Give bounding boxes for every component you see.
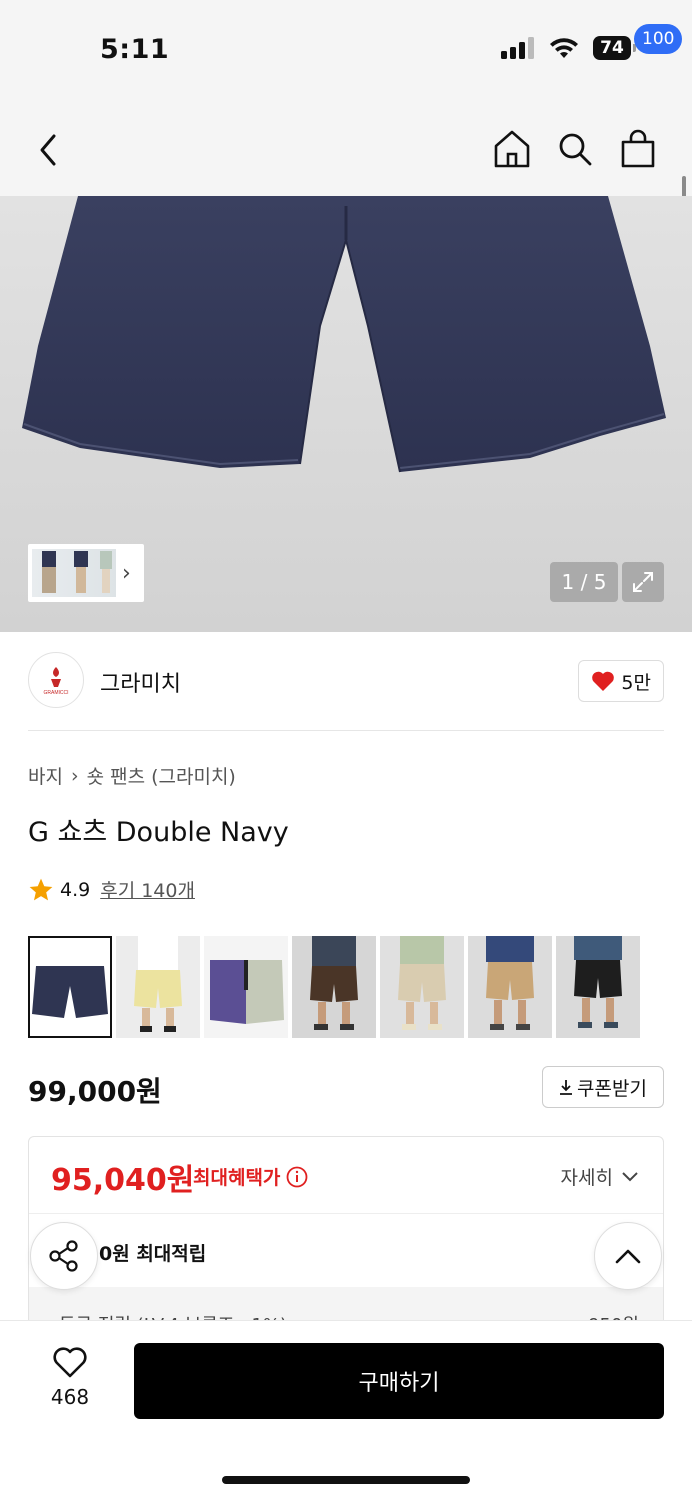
- expand-icon: [633, 572, 653, 592]
- color-option-beige[interactable]: [380, 936, 464, 1038]
- expand-button[interactable]: [622, 562, 664, 602]
- coupon-button[interactable]: 쿠폰받기: [542, 1066, 664, 1108]
- color-options: [28, 936, 640, 1038]
- rating-row: 4.9 후기 140개: [28, 876, 195, 903]
- scroll-to-top-button[interactable]: [594, 1222, 662, 1290]
- divider: [28, 730, 664, 731]
- gallery-thumbnail-strip[interactable]: ›: [28, 544, 144, 602]
- status-icons: 74: [501, 36, 636, 60]
- bottom-action-bar: 468 구매하기: [0, 1320, 692, 1500]
- svg-text:GRAMICCI: GRAMICCI: [44, 690, 69, 696]
- buy-button[interactable]: 구매하기: [134, 1343, 664, 1419]
- wishlist-count: 468: [50, 1385, 90, 1409]
- benefit-detail-toggle[interactable]: 자세히: [561, 1163, 639, 1190]
- brand-logo[interactable]: GRAMICCI: [28, 652, 84, 708]
- color-option-tan[interactable]: [468, 936, 552, 1038]
- status-time: 5:11: [100, 34, 170, 65]
- home-indicator: [222, 1476, 470, 1484]
- wifi-icon: [550, 38, 578, 58]
- color-option-black[interactable]: [556, 936, 640, 1038]
- divider: [29, 1213, 663, 1214]
- chevron-right-icon[interactable]: ›: [122, 561, 131, 586]
- gallery-thumbnail-image: [32, 549, 116, 597]
- back-arrow-icon[interactable]: [34, 130, 66, 170]
- home-icon[interactable]: [492, 128, 532, 170]
- star-icon: [29, 878, 53, 900]
- max-points: 0원 최대적립: [99, 1243, 207, 1265]
- brand-like-count: 5만: [621, 671, 651, 694]
- battery-icon: 74: [593, 36, 636, 60]
- cart-count-badge: 100: [634, 24, 683, 54]
- color-option-purple-grey[interactable]: [204, 936, 288, 1038]
- product-image-gallery[interactable]: › 1 / 5: [0, 196, 692, 632]
- breadcrumb: 바지 › 숏 팬츠 (그라미치): [28, 762, 236, 789]
- info-icon[interactable]: [286, 1166, 308, 1188]
- heart-filled-icon: [592, 671, 615, 691]
- chevron-down-icon: [622, 1171, 638, 1181]
- max-benefit-box: 95,040원 최대혜택가 자세히 0원 최대적립 등급 적립 (LV.4 브론…: [28, 1136, 664, 1326]
- review-count-link[interactable]: 후기 140개: [100, 876, 195, 903]
- share-button[interactable]: [30, 1222, 98, 1290]
- max-benefit-label: 최대혜택가: [193, 1163, 308, 1190]
- brand-name[interactable]: 그라미치: [100, 666, 181, 698]
- gallery-page-counter: 1 / 5: [550, 562, 618, 602]
- coupon-label: 쿠폰받기: [577, 1077, 647, 1100]
- battery-level: 74: [593, 36, 631, 60]
- product-price: 99,000원: [28, 1075, 162, 1108]
- max-benefit-price: 95,040원: [51, 1163, 195, 1198]
- chevron-right-icon: ›: [70, 764, 79, 787]
- breadcrumb-subcategory[interactable]: 숏 팬츠 (그라미치): [87, 762, 236, 789]
- share-icon: [49, 1240, 78, 1272]
- color-option-brown[interactable]: [292, 936, 376, 1038]
- download-icon: [560, 1080, 573, 1095]
- shopping-bag-icon[interactable]: [618, 128, 658, 170]
- color-option-double-navy[interactable]: [28, 936, 112, 1038]
- chevron-up-icon: [615, 1249, 641, 1264]
- rating-value: 4.9: [60, 878, 91, 901]
- nav-bar: [0, 100, 692, 196]
- heart-outline-icon: [53, 1347, 87, 1378]
- search-icon[interactable]: [556, 130, 594, 168]
- wishlist-button[interactable]: 468: [40, 1347, 100, 1409]
- color-option-cream[interactable]: [116, 936, 200, 1038]
- brand-like-button[interactable]: 5만: [578, 660, 664, 702]
- cellular-signal-icon: [501, 37, 534, 59]
- breadcrumb-category[interactable]: 바지: [28, 762, 63, 789]
- product-title: G 쇼츠 Double Navy: [28, 817, 289, 848]
- brand-row[interactable]: GRAMICCI 그라미치 5만: [28, 652, 664, 710]
- status-bar: 5:11 74: [0, 0, 692, 100]
